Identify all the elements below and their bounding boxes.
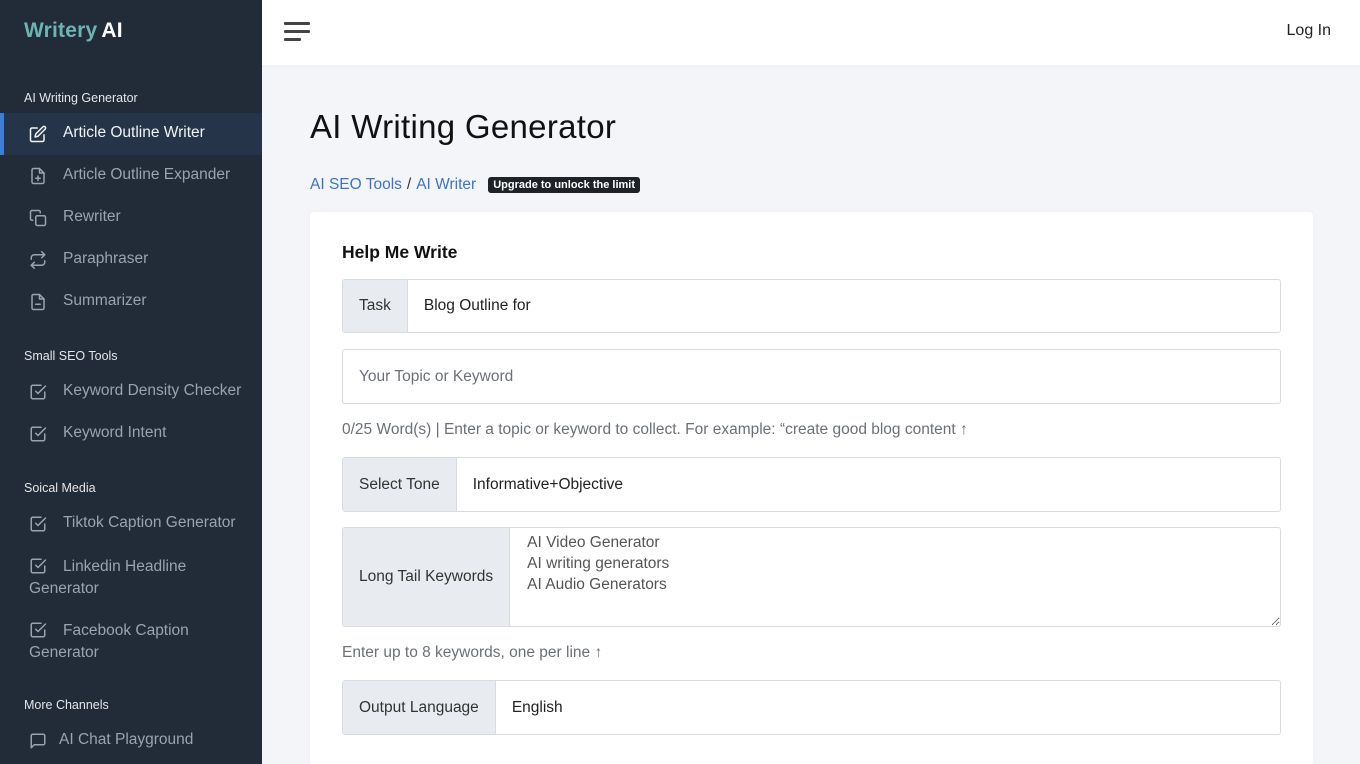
- sidebar-item-label: Facebook Caption Generator: [29, 622, 189, 661]
- form-title: Help Me Write: [342, 242, 458, 262]
- section-title-social-media: Soical Media: [24, 481, 96, 495]
- hamburger-icon[interactable]: [284, 22, 310, 42]
- keywords-textarea[interactable]: AI Video Generator AI writing generators…: [510, 528, 1280, 626]
- section-title-ai-writing: AI Writing Generator: [24, 91, 138, 105]
- sidebar-item-label: Keyword Density Checker: [63, 382, 242, 399]
- tone-label: Select Tone: [343, 458, 457, 511]
- language-field: Output Language English: [342, 680, 1281, 735]
- keywords-field: Long Tail Keywords AI Video Generator AI…: [342, 527, 1281, 627]
- edit-icon: [29, 125, 47, 143]
- sidebar-item-label: AI Chat Playground: [59, 731, 194, 748]
- topic-input[interactable]: Your Topic or Keyword: [343, 350, 1280, 403]
- keywords-label: Long Tail Keywords: [343, 528, 511, 626]
- check-square-icon: [29, 515, 47, 533]
- upgrade-badge[interactable]: Upgrade to unlock the limit: [488, 177, 641, 193]
- sidebar-item-label: Article Outline Writer: [63, 124, 205, 141]
- sidebar-item-keyword-density-checker[interactable]: Keyword Density Checker: [0, 371, 262, 413]
- sidebar-item-tiktok-caption-generator[interactable]: Tiktok Caption Generator: [0, 503, 262, 545]
- sidebar-item-label: Linkedin Headline Generator: [29, 558, 187, 597]
- keywords-help-text: Enter up to 8 keywords, one per line ↑: [342, 644, 603, 661]
- sidebar-item-label: Paraphraser: [63, 250, 149, 267]
- sidebar-item-summarizer[interactable]: Summarizer: [0, 281, 262, 323]
- sidebar: Writery AI AI Writing Generator Article O…: [0, 0, 262, 764]
- sidebar-item-label: Keyword Intent: [63, 424, 167, 441]
- login-button[interactable]: Log In: [1287, 22, 1331, 40]
- check-square-icon: [29, 383, 47, 401]
- task-label: Task: [343, 280, 408, 332]
- sidebar-item-label: Rewriter: [63, 208, 121, 225]
- repeat-icon: [29, 251, 47, 269]
- breadcrumb-link-ai-seo-tools[interactable]: AI SEO Tools: [310, 176, 402, 194]
- breadcrumb-separator: /: [406, 176, 412, 193]
- sidebar-item-keyword-intent[interactable]: Keyword Intent: [0, 413, 262, 455]
- sidebar-item-article-outline-expander[interactable]: Article Outline Expander: [0, 155, 262, 197]
- message-square-icon: [29, 732, 47, 750]
- sidebar-item-paraphraser[interactable]: Paraphraser: [0, 239, 262, 281]
- sidebar-item-rewriter[interactable]: Rewriter: [0, 197, 262, 239]
- topbar: Log In: [262, 0, 1360, 65]
- task-field: Task Blog Outline for: [342, 279, 1281, 333]
- page-title: AI Writing Generator: [310, 108, 617, 145]
- tone-field: Select Tone Informative+Objective: [342, 457, 1281, 512]
- breadcrumb: AI SEO Tools / AI Writer Upgrade to unlo…: [310, 176, 641, 194]
- task-input[interactable]: Blog Outline for: [408, 280, 1280, 332]
- section-title-small-seo-tools: Small SEO Tools: [24, 349, 118, 363]
- tone-select[interactable]: Informative+Objective: [457, 458, 1280, 511]
- copy-icon: [29, 209, 47, 227]
- check-square-icon: [29, 425, 47, 443]
- sidebar-item-linkedin-headline-generator[interactable]: Linkedin Headline Generator: [0, 545, 262, 605]
- language-label: Output Language: [343, 681, 496, 734]
- help-me-write-card: Help Me Write Task Blog Outline for Your…: [310, 212, 1313, 764]
- file-minus-icon: [29, 293, 47, 311]
- breadcrumb-link-ai-writer[interactable]: AI Writer: [416, 176, 476, 194]
- topic-help-text: 0/25 Word(s) | Enter a topic or keyword …: [342, 421, 968, 438]
- file-plus-icon: [29, 167, 47, 185]
- sidebar-item-label: Tiktok Caption Generator: [63, 514, 236, 531]
- language-select[interactable]: English: [496, 681, 1280, 734]
- sidebar-item-label: Summarizer: [63, 292, 147, 309]
- sidebar-item-ai-chat-playground[interactable]: AI Chat Playground: [0, 720, 262, 762]
- logo[interactable]: Writery AI: [24, 19, 123, 43]
- sidebar-item-facebook-caption-generator[interactable]: Facebook Caption Generator: [0, 609, 262, 669]
- logo-brand: Writery: [24, 19, 98, 42]
- sidebar-item-article-outline-writer[interactable]: Article Outline Writer: [0, 113, 262, 155]
- topic-field: Your Topic or Keyword: [342, 349, 1281, 404]
- logo-suffix: AI: [101, 19, 123, 42]
- section-title-more-channels: More Channels: [24, 698, 109, 712]
- sidebar-item-label: Article Outline Expander: [63, 166, 231, 183]
